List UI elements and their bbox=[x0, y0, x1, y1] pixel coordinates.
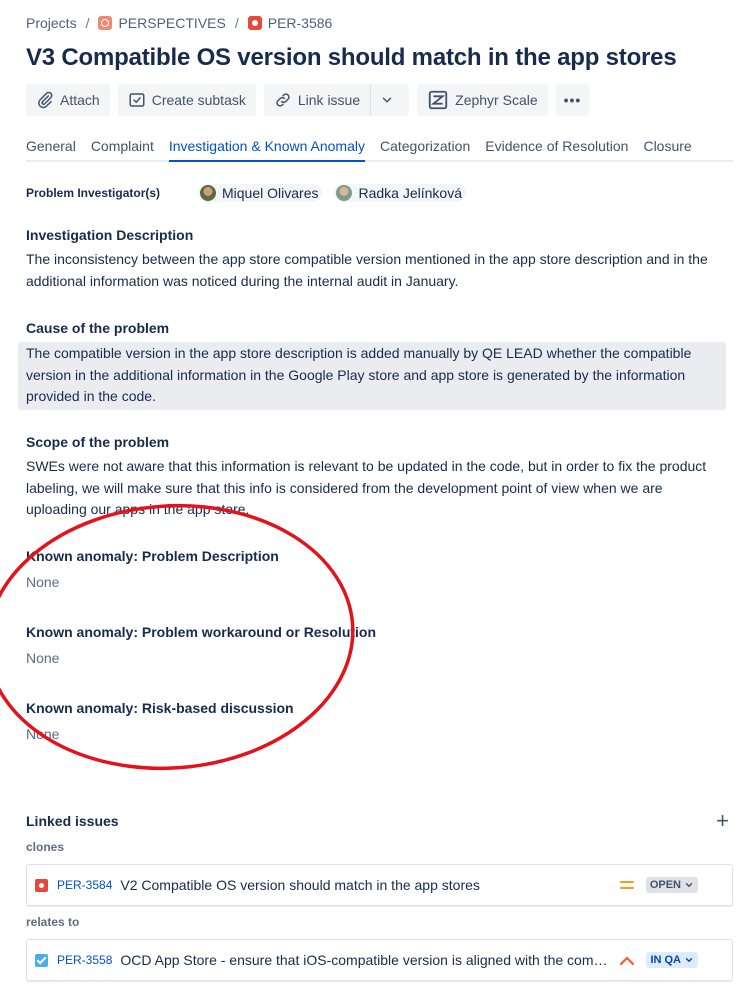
bug-icon bbox=[247, 16, 262, 30]
chevron-down-icon bbox=[382, 97, 392, 103]
scope-of-problem-value[interactable]: SWEs were not aware that this informatio… bbox=[26, 456, 726, 521]
attach-label: Attach bbox=[60, 92, 100, 108]
investigator-name: Miquel Olivares bbox=[222, 185, 319, 201]
zephyr-scale-label: Zephyr Scale bbox=[455, 92, 538, 108]
create-subtask-button[interactable]: Create subtask bbox=[117, 84, 256, 116]
linked-issues-header: Linked issues + bbox=[26, 810, 733, 832]
field-label: Known anomaly: Problem Description bbox=[26, 548, 279, 564]
known-anomaly-risk-value[interactable]: None bbox=[26, 724, 726, 746]
link-icon bbox=[276, 93, 290, 107]
linked-issue-summary[interactable]: V2 Compatible OS version should match in… bbox=[120, 877, 609, 893]
chevron-down-icon bbox=[685, 958, 693, 963]
linked-issue-key[interactable]: PER-3584 bbox=[57, 878, 112, 892]
paperclip-icon bbox=[38, 91, 53, 109]
known-anomaly-workaround-value[interactable]: None bbox=[26, 648, 726, 670]
problem-investigators-field: Problem Investigator(s) Miquel Olivares … bbox=[26, 183, 478, 203]
zephyr-scale-button[interactable]: Zephyr Scale bbox=[417, 84, 548, 116]
breadcrumb-separator: / bbox=[234, 15, 239, 31]
priority-medium-icon bbox=[618, 879, 636, 891]
tab-investigation-known-anomaly[interactable]: Investigation & Known Anomaly bbox=[168, 138, 365, 162]
link-issue-label: Link issue bbox=[297, 92, 361, 108]
investigator-name: Radka Jelínková bbox=[358, 185, 462, 201]
linked-issue-row[interactable]: PER-3584 V2 Compatible OS version should… bbox=[26, 864, 733, 906]
linked-issue-key[interactable]: PER-3558 bbox=[57, 953, 112, 967]
chevron-down-icon bbox=[685, 883, 693, 888]
status-dropdown[interactable]: OPEN bbox=[645, 877, 698, 893]
breadcrumb-projects-link[interactable]: Projects bbox=[26, 15, 77, 31]
investigation-description-field: Investigation Description The inconsiste… bbox=[26, 225, 726, 292]
priority-high-icon bbox=[618, 954, 636, 966]
status-label: OPEN bbox=[649, 879, 681, 891]
more-icon: ••• bbox=[563, 92, 582, 108]
avatar bbox=[336, 185, 353, 201]
bug-icon bbox=[35, 878, 48, 892]
subtask-icon bbox=[129, 93, 145, 107]
project-icon bbox=[98, 16, 113, 30]
scope-of-problem-field: Scope of the problem SWEs were not aware… bbox=[26, 432, 726, 521]
field-label: Scope of the problem bbox=[26, 434, 170, 450]
issue-tabs: General Complaint Investigation & Known … bbox=[26, 138, 733, 162]
cause-of-problem-value[interactable]: The compatible version in the app store … bbox=[18, 342, 726, 410]
known-anomaly-description-value[interactable]: None bbox=[26, 572, 726, 594]
more-actions-button[interactable]: ••• bbox=[555, 84, 590, 116]
known-anomaly-risk-field: Known anomaly: Risk-based discussion Non… bbox=[26, 698, 726, 746]
investigator-chip[interactable]: Radka Jelínková bbox=[334, 184, 466, 202]
tab-evidence-of-resolution[interactable]: Evidence of Resolution bbox=[485, 138, 628, 162]
create-subtask-label: Create subtask bbox=[151, 92, 246, 108]
zephyr-icon bbox=[428, 90, 448, 110]
link-issue-button[interactable]: Link issue bbox=[263, 84, 371, 116]
add-linked-issue-button[interactable]: + bbox=[716, 810, 729, 832]
tab-general[interactable]: General bbox=[26, 138, 76, 162]
cause-of-problem-field: Cause of the problem The compatible vers… bbox=[18, 318, 726, 410]
task-icon bbox=[35, 953, 48, 967]
relation-label: clones bbox=[26, 840, 65, 854]
field-label: Cause of the problem bbox=[26, 320, 170, 336]
relation-label: relates to bbox=[26, 915, 80, 929]
breadcrumb-separator: / bbox=[85, 15, 90, 31]
linked-issue-summary[interactable]: OCD App Store - ensure that iOS-compatib… bbox=[120, 952, 610, 968]
link-issue-dropdown-button[interactable] bbox=[370, 84, 410, 116]
tab-closure[interactable]: Closure bbox=[643, 138, 691, 162]
field-label: Investigation Description bbox=[26, 227, 194, 243]
status-label: IN QA bbox=[650, 954, 681, 966]
avatar bbox=[200, 185, 216, 201]
breadcrumb: Projects / PERSPECTIVES / PER-3586 bbox=[26, 13, 332, 33]
known-anomaly-workaround-field: Known anomaly: Problem workaround or Res… bbox=[26, 622, 726, 670]
investigator-chip[interactable]: Miquel Olivares bbox=[198, 184, 323, 202]
breadcrumb-project-link[interactable]: PERSPECTIVES bbox=[118, 15, 225, 31]
investigation-description-value[interactable]: The inconsistency between the app store … bbox=[26, 249, 726, 292]
field-label: Known anomaly: Problem workaround or Res… bbox=[26, 624, 377, 640]
tab-complaint[interactable]: Complaint bbox=[91, 138, 154, 162]
field-label: Known anomaly: Risk-based discussion bbox=[26, 700, 294, 716]
tab-categorization[interactable]: Categorization bbox=[380, 138, 470, 162]
linked-issue-row[interactable]: PER-3558 OCD App Store - ensure that iOS… bbox=[26, 939, 733, 981]
issue-title[interactable]: V3 Compatible OS version should match in… bbox=[26, 44, 677, 72]
problem-investigators-label: Problem Investigator(s) bbox=[26, 186, 161, 200]
issue-toolbar: Attach Create subtask Link issue Zephyr … bbox=[26, 84, 597, 116]
linked-issues-title: Linked issues bbox=[26, 813, 119, 829]
breadcrumb-issue-link[interactable]: PER-3586 bbox=[268, 15, 333, 31]
status-dropdown[interactable]: IN QA bbox=[646, 952, 698, 968]
known-anomaly-description-field: Known anomaly: Problem Description None bbox=[26, 546, 726, 594]
attach-button[interactable]: Attach bbox=[26, 84, 110, 116]
